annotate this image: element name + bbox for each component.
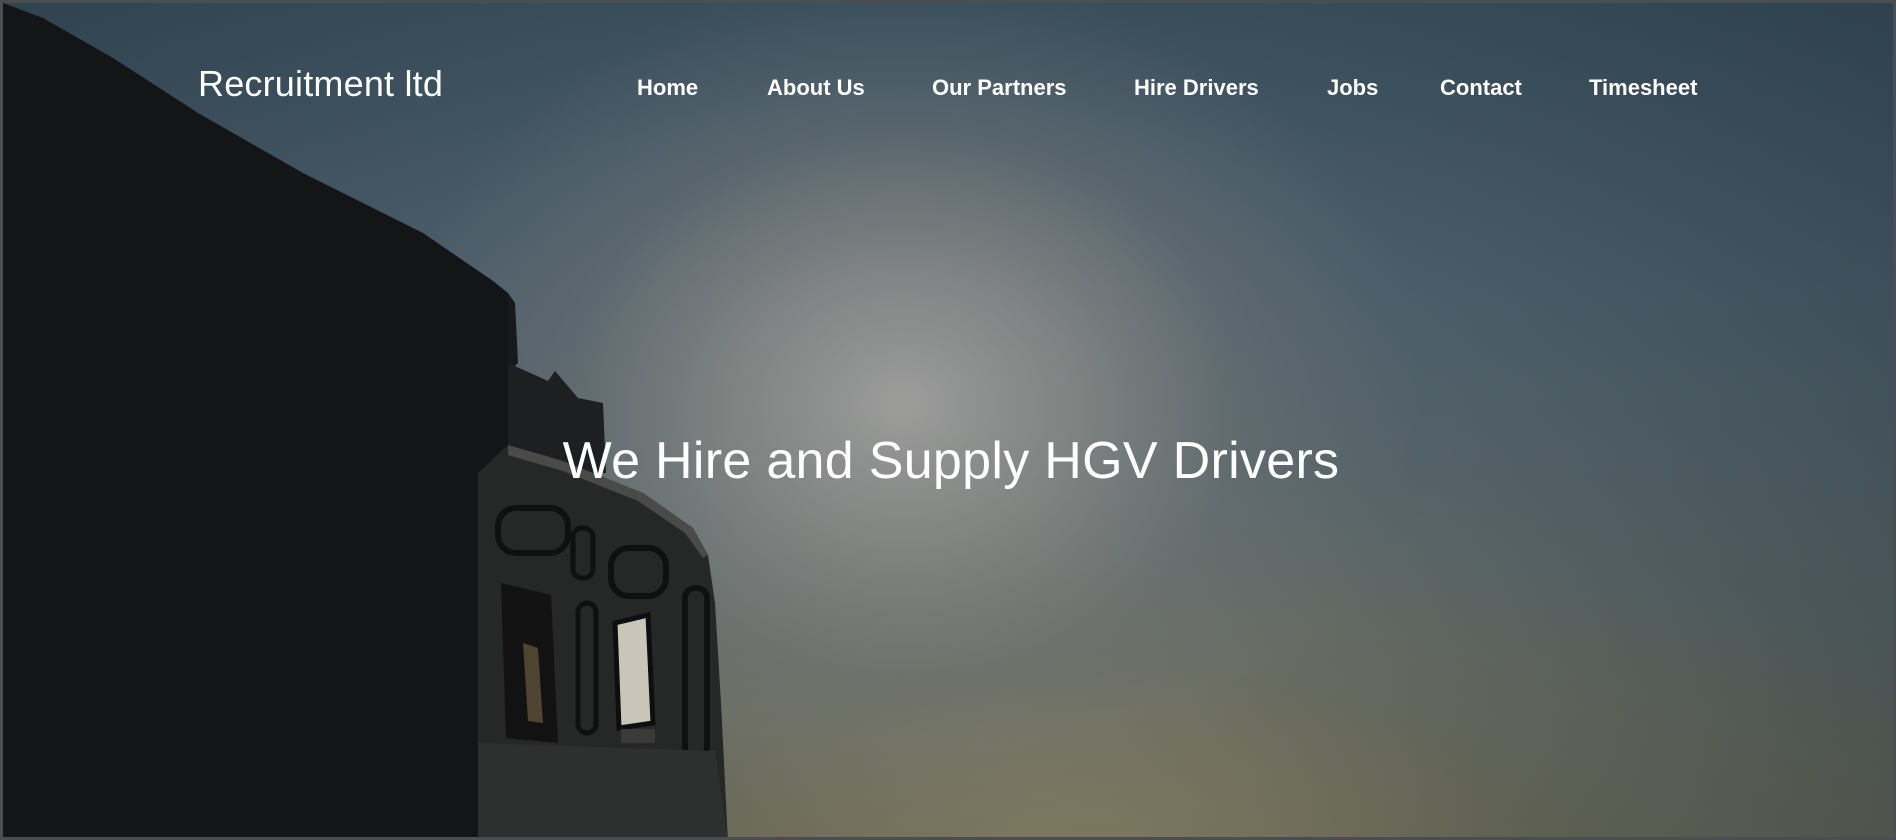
nav-item-timesheet[interactable]: Timesheet [1589,75,1697,101]
nav-item-our-partners[interactable]: Our Partners [932,75,1067,101]
nav-item-hire-drivers[interactable]: Hire Drivers [1134,75,1259,101]
main-navigation: Home About Us Our Partners Hire Drivers … [3,75,1893,105]
hero-heading: We Hire and Supply HGV Drivers [562,432,1340,490]
page-frame: Recruitment ltd Home About Us Our Partne… [0,0,1896,840]
site-header: Recruitment ltd Home About Us Our Partne… [3,3,1893,173]
nav-item-about-us[interactable]: About Us [767,75,865,101]
nav-item-contact[interactable]: Contact [1440,75,1522,101]
nav-item-home[interactable]: Home [637,75,698,101]
nav-item-jobs[interactable]: Jobs [1327,75,1378,101]
